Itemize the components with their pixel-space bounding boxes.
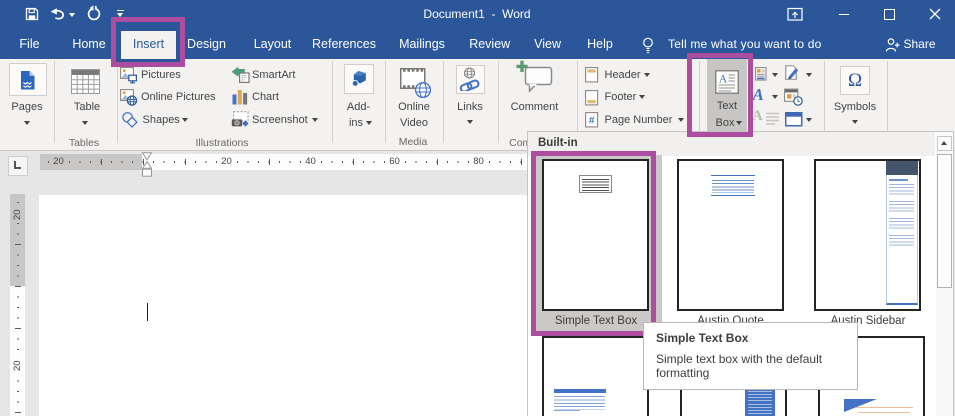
- svg-text:#: #: [589, 115, 595, 126]
